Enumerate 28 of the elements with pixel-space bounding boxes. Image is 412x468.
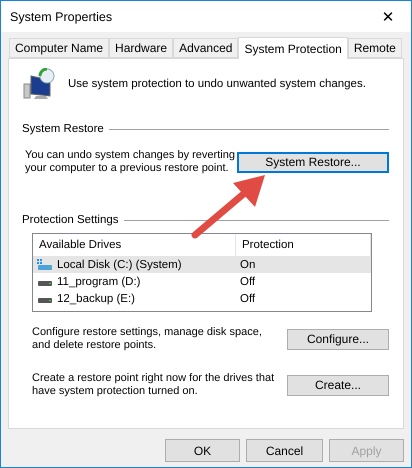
tab[interactable]: Advanced [173, 38, 238, 58]
description-text: You can undo system changes by reverting your computer to a previous restore point. [25, 149, 236, 175]
close-button[interactable]: ✕ [365, 1, 411, 32]
dialog-button[interactable]: OK [165, 439, 240, 462]
protection-cell-text: Off [239, 292, 256, 306]
dialog-button[interactable]: Cancel [246, 439, 323, 462]
system-restore-button[interactable]: System Restore... [236, 152, 389, 172]
drive-cell[interactable]: 12_backup (E:) [33, 290, 236, 307]
action-button[interactable]: Configure... [287, 328, 389, 350]
tab[interactable]: System Protection [238, 37, 348, 59]
description-text: Configure restore settings, manage disk space, and delete restore points. [32, 326, 263, 352]
computer-restore-icon [22, 68, 56, 100]
protection-cell: On [236, 256, 371, 273]
drive-icon [38, 281, 52, 286]
system-drive-icon [37, 258, 53, 270]
window-title: System Properties [10, 10, 112, 24]
intro-text: Use system protection to undo unwanted system changes. [68, 78, 366, 90]
drive-cell[interactable]: 11_program (D:) [33, 273, 236, 290]
drive-cell[interactable]: Local Disk (C:) (System) [33, 256, 236, 273]
tab[interactable]: Computer Name [9, 38, 110, 58]
tab[interactable]: Hardware [109, 38, 174, 58]
group-heading: Protection Settings [22, 214, 119, 227]
tab[interactable]: Remote [348, 38, 402, 58]
description-text: Create a restore point right now for the drives that have system protection turned on. [32, 372, 276, 398]
group-heading: System Restore [22, 123, 104, 136]
protection-cell-text: Off [239, 274, 256, 290]
action-button[interactable]: Create... [287, 374, 389, 396]
drive-icon [38, 298, 52, 303]
